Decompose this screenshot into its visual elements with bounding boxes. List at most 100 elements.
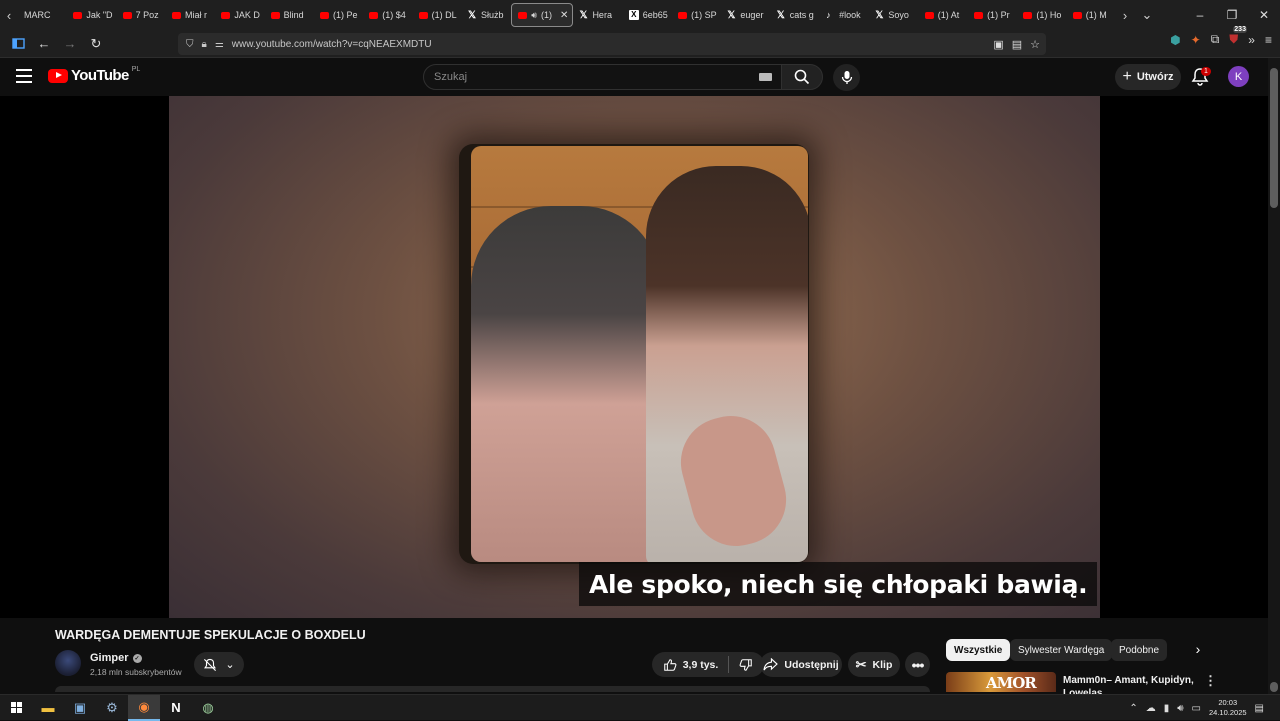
address-bar[interactable]: ⛉ 🔒︎ ⚌ www.youtube.com/watch?v=cqNEAEXMD…: [178, 33, 1046, 55]
clip-button[interactable]: ✂ Klip: [848, 652, 900, 677]
back-icon[interactable]: ←: [32, 32, 56, 56]
description-box[interactable]: [55, 686, 930, 692]
tab-scroll-right-icon[interactable]: ›: [1116, 0, 1134, 30]
related-video-thumbnail[interactable]: AMOR RA: [946, 672, 1056, 692]
cloud-icon[interactable]: ☁: [1146, 703, 1156, 714]
video-player[interactable]: Ale spoko, niech się chłopaki bawią.: [0, 96, 1268, 618]
channel-avatar[interactable]: [55, 650, 81, 676]
browser-tab[interactable]: 𝕏 Służb: [462, 3, 511, 27]
youtube-favicon-icon: [171, 11, 181, 19]
browser-tab[interactable]: Jak "D: [67, 3, 116, 27]
notion-icon[interactable]: N: [160, 695, 192, 721]
close-window-icon[interactable]: ✕: [1248, 8, 1280, 22]
account-avatar[interactable]: K: [1228, 66, 1249, 87]
browser-tab[interactable]: Miał r: [166, 3, 215, 27]
browser-tab[interactable]: (1) DL: [413, 3, 462, 27]
tab-label: (1) Pr: [987, 10, 1010, 20]
share-button[interactable]: Udostępnij: [760, 652, 842, 677]
globe-app-icon[interactable]: ◍: [192, 695, 224, 721]
permissions-icon[interactable]: ⚌: [215, 39, 224, 50]
browser-tab[interactable]: 𝕏cats g: [771, 3, 820, 27]
monitor-app-icon[interactable]: ▣: [64, 695, 96, 721]
youtube-favicon-icon: [221, 11, 231, 19]
browser-tab[interactable]: (1) SP: [672, 3, 721, 27]
browser-tab[interactable]: 𝕏 Hera: [573, 3, 622, 27]
related-more-icon[interactable]: ⋮: [1204, 673, 1217, 689]
browser-tab[interactable]: (1) Pe: [314, 3, 363, 27]
extensions-icon[interactable]: ⧉: [1211, 32, 1220, 47]
search-input[interactable]: Szukaj: [423, 64, 783, 90]
browser-tab[interactable]: ♪ #look: [820, 3, 869, 27]
url-text[interactable]: www.youtube.com/watch?v=cqNEAEXMDTU: [232, 39, 432, 50]
bookmark-star-icon[interactable]: ☆: [1030, 38, 1040, 51]
chips-next-icon[interactable]: ›: [1190, 641, 1206, 659]
bell-off-icon: [204, 658, 217, 671]
overflow-menu-icon[interactable]: »: [1248, 33, 1255, 47]
browser-tab[interactable]: (1) Pr: [968, 3, 1017, 27]
volume-icon[interactable]: 🔊︎: [1177, 703, 1183, 714]
pip-icon[interactable]: ▣: [993, 38, 1003, 51]
steam-icon[interactable]: ⚙: [96, 695, 128, 721]
taskbar-clock[interactable]: 20:03 24.10.2025: [1209, 698, 1247, 718]
browser-tab[interactable]: (1) Ho: [1017, 3, 1066, 27]
reload-icon[interactable]: ↻: [84, 32, 108, 56]
browser-tab[interactable]: Blind: [265, 3, 314, 27]
browser-tab[interactable]: 7 Poz: [117, 3, 166, 27]
ublock-icon[interactable]: ⛊ 233: [1229, 26, 1247, 47]
sidebar-toggle-icon[interactable]: [6, 32, 30, 56]
search-button[interactable]: [781, 64, 823, 90]
tab-close-icon[interactable]: ✕: [560, 10, 568, 21]
browser-tab[interactable]: JAK D: [215, 3, 264, 27]
browser-tab[interactable]: 🔊︎ (1) ✕: [511, 3, 574, 27]
browser-tab[interactable]: MARC: [18, 3, 67, 27]
tab-scroll-left-icon[interactable]: ‹: [0, 0, 18, 30]
toolbar-right-icons: ⬢ ✦ ⧉ ⛊ 233 » ≡: [1170, 26, 1272, 47]
restore-icon[interactable]: ❐: [1216, 8, 1248, 22]
usb-icon[interactable]: ▮: [1164, 703, 1170, 714]
minimize-icon[interactable]: –: [1184, 8, 1216, 22]
clock-time: 20:03: [1218, 698, 1238, 707]
tab-list-dropdown-icon[interactable]: ⌄: [1134, 0, 1160, 30]
browser-tab[interactable]: X 6eb65: [623, 3, 672, 27]
forward-icon[interactable]: →: [58, 32, 82, 56]
tab-audio-icon[interactable]: 🔊︎: [531, 10, 537, 21]
start-button[interactable]: [0, 695, 32, 721]
channel-name-text[interactable]: Gimper: [90, 652, 129, 664]
network-icon[interactable]: ▭: [1192, 703, 1201, 714]
channel-name[interactable]: Gimper ✓: [90, 652, 142, 664]
share-label: Udostępnij: [784, 658, 839, 671]
tray-expand-icon[interactable]: ⌃: [1129, 703, 1137, 714]
filter-chip[interactable]: Podobne: [1111, 639, 1168, 661]
video-frame[interactable]: Ale spoko, niech się chłopaki bawią.: [169, 96, 1100, 618]
browser-tab[interactable]: (1) M: [1067, 3, 1116, 27]
filter-chip[interactable]: Sylwester Wardęga: [1010, 639, 1113, 661]
app-menu-icon[interactable]: ≡: [1265, 33, 1272, 47]
browser-tab[interactable]: (1) $4: [363, 3, 412, 27]
browser-tab[interactable]: 𝕏 Soyo: [869, 3, 918, 27]
firefox-icon[interactable]: ◉: [128, 694, 160, 721]
filter-chip[interactable]: Wszystkie: [946, 639, 1011, 661]
scissors-icon: ✂: [855, 656, 867, 672]
browser-tab[interactable]: (1) At: [919, 3, 968, 27]
scrollbar-arrow-down[interactable]: [1270, 682, 1278, 692]
like-button[interactable]: 3,9 tys.: [663, 656, 730, 673]
dislike-button[interactable]: [735, 658, 753, 672]
page-scrollbar[interactable]: [1268, 58, 1280, 694]
keyboard-icon[interactable]: [759, 73, 772, 81]
voice-search-button[interactable]: [833, 64, 860, 91]
youtube-logo[interactable]: YouTube PL: [48, 66, 140, 84]
fox-extension-icon[interactable]: ✦: [1191, 33, 1201, 47]
tracking-shield-icon[interactable]: ⛉: [186, 39, 194, 50]
notification-center-icon[interactable]: ▤: [1255, 703, 1264, 714]
subscription-notifications-button[interactable]: ⌄: [194, 652, 244, 677]
create-button[interactable]: + Utwórz: [1115, 64, 1181, 90]
more-actions-button[interactable]: •••: [905, 652, 930, 677]
url-actions: ▣ ▤ ☆: [993, 38, 1040, 51]
vpn-shield-icon[interactable]: ⬢: [1170, 33, 1180, 47]
lock-icon[interactable]: 🔒︎: [202, 39, 207, 50]
file-explorer-icon[interactable]: ▬: [32, 695, 64, 721]
scrollbar-thumb[interactable]: [1270, 68, 1278, 208]
browser-tab[interactable]: 𝕏euger: [721, 3, 770, 27]
reader-view-icon[interactable]: ▤: [1012, 38, 1022, 51]
guide-menu-icon[interactable]: [16, 69, 32, 83]
